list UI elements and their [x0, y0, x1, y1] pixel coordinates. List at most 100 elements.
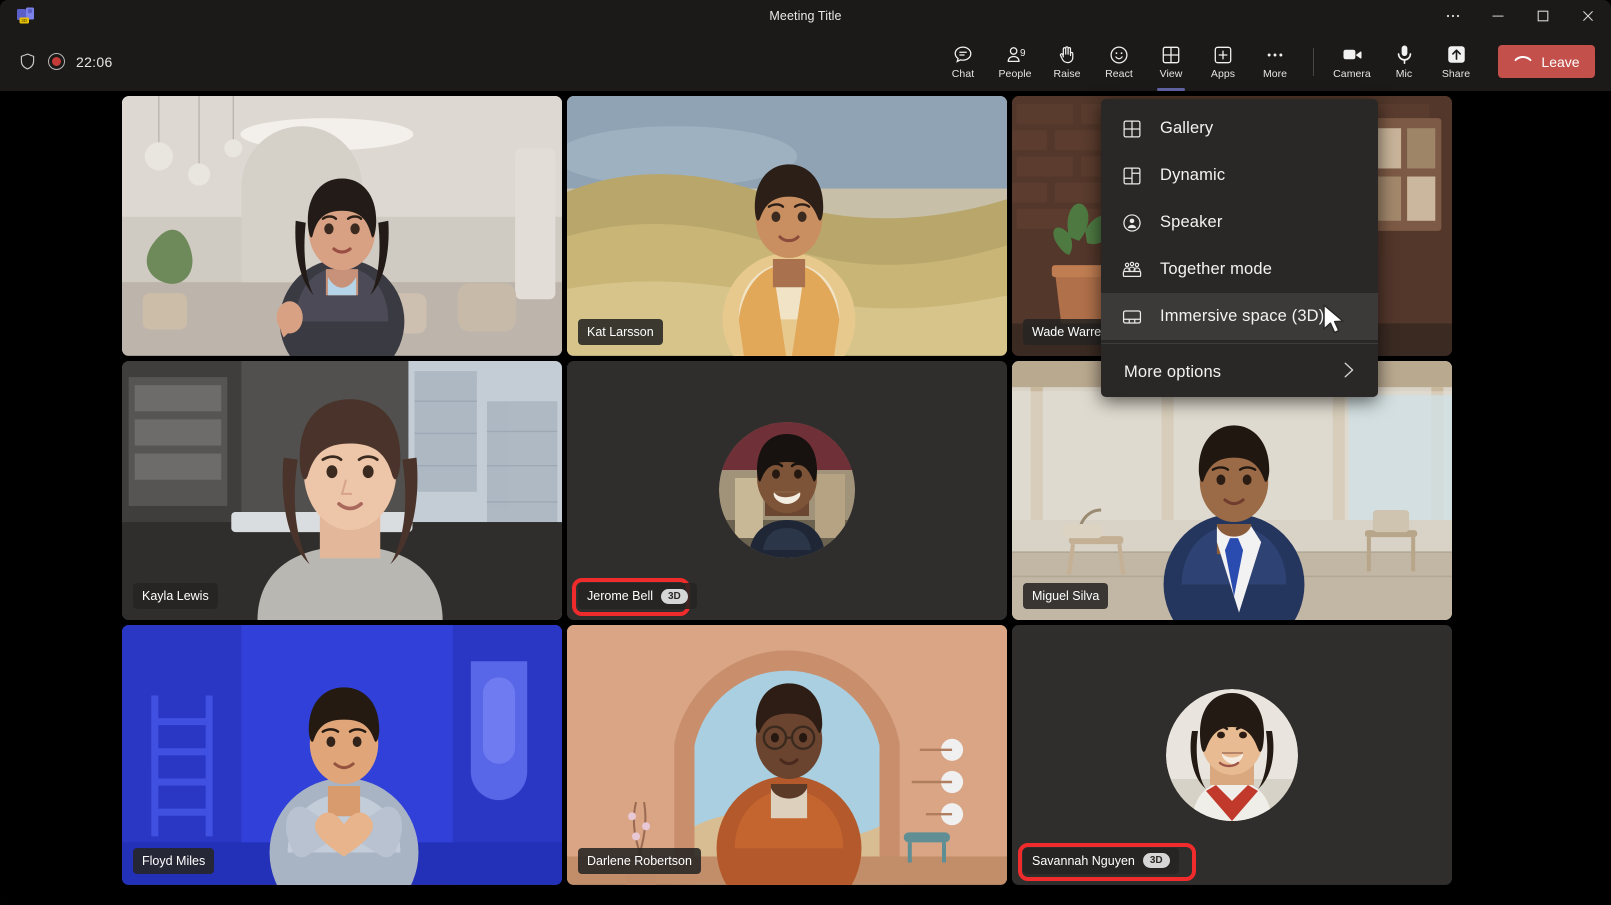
participant-name-label: Kayla Lewis: [133, 583, 218, 609]
participant-tile[interactable]: Savannah Nguyen 3D: [1012, 625, 1452, 885]
avatar-loft-scene: [1012, 361, 1452, 621]
toolbar-react-label: React: [1105, 68, 1133, 80]
meeting-toolbar: 22:06 Chat 9 People Raise: [0, 32, 1611, 91]
menu-item-label: Speaker: [1160, 213, 1223, 232]
menu-item-gallery[interactable]: Gallery: [1101, 105, 1378, 152]
menu-item-label: Immersive space (3D): [1160, 307, 1324, 326]
toolbar-view-button[interactable]: View: [1145, 36, 1197, 88]
toolbar-divider: [1313, 48, 1314, 76]
hang-up-icon: [1513, 49, 1533, 74]
participant-name: Jerome Bell: [587, 589, 653, 603]
leave-button[interactable]: Leave: [1498, 45, 1595, 78]
toolbar-chat-label: Chat: [952, 68, 974, 80]
window-controls: [1430, 0, 1611, 32]
menu-item-label: Together mode: [1160, 260, 1272, 279]
participant-name-label: Jerome Bell 3D: [578, 583, 697, 609]
toolbar-mic-button[interactable]: Mic: [1378, 36, 1430, 88]
toolbar-chat-button[interactable]: Chat: [937, 36, 989, 88]
participant-tile[interactable]: Miguel Silva: [1012, 361, 1452, 621]
participant-name: Savannah Nguyen: [1032, 854, 1135, 868]
participant-name-label: Miguel Silva: [1023, 583, 1108, 609]
avatar-room-lobby-scene: [122, 96, 562, 356]
toolbar-apps-label: Apps: [1211, 68, 1235, 80]
react-smiley-icon: [1108, 44, 1130, 66]
immersive-space-icon: [1121, 306, 1143, 328]
participant-name: Wade Warren: [1032, 325, 1108, 339]
dynamic-layout-icon: [1121, 165, 1143, 187]
toolbar-camera-label: Camera: [1333, 68, 1371, 80]
toolbar-share-label: Share: [1442, 68, 1470, 80]
participant-tile[interactable]: Darlene Robertson: [567, 625, 1007, 885]
camera-icon: [1341, 44, 1364, 66]
raise-hand-icon: [1056, 44, 1078, 66]
participant-name: Miguel Silva: [1032, 589, 1099, 603]
participant-name: Kayla Lewis: [142, 589, 209, 603]
toolbar-raise-button[interactable]: Raise: [1041, 36, 1093, 88]
microphone-icon: [1393, 44, 1416, 66]
toolbar-view-label: View: [1160, 68, 1183, 80]
menu-item-label: Dynamic: [1160, 166, 1225, 185]
more-ellipsis-icon: [1264, 44, 1286, 66]
toolbar-apps-button[interactable]: Apps: [1197, 36, 1249, 88]
menu-item-immersive-space[interactable]: Immersive space (3D): [1101, 293, 1378, 340]
maximize-icon[interactable]: [1520, 0, 1565, 32]
menu-item-label: More options: [1121, 363, 1221, 382]
participant-name: Floyd Miles: [142, 854, 205, 868]
avatar-desert-arch-scene: [567, 625, 1007, 885]
minimize-icon[interactable]: [1475, 0, 1520, 32]
toolbar-more-label: More: [1263, 68, 1287, 80]
toolbar-camera-button[interactable]: Camera: [1326, 36, 1378, 88]
participant-name-label: Floyd Miles: [133, 848, 214, 874]
toolbar-people-label: People: [999, 68, 1032, 80]
participant-name: Darlene Robertson: [587, 854, 692, 868]
participant-name-label: Savannah Nguyen 3D: [1023, 848, 1179, 874]
participant-name-label: Darlene Robertson: [578, 848, 701, 874]
window-more-icon[interactable]: [1430, 0, 1475, 32]
avatar-blue-room-scene: [122, 625, 562, 885]
participant-tile[interactable]: Jerome Bell 3D: [567, 361, 1007, 621]
teams-meeting-window: 3D Meeting Title 22:06: [0, 0, 1611, 905]
avatar-hills-scene: [567, 96, 1007, 356]
view-grid-icon: [1160, 44, 1182, 66]
badge-3d: 3D: [1143, 853, 1170, 868]
chat-icon: [952, 44, 974, 66]
leave-button-label: Leave: [1541, 54, 1579, 70]
video-office-scene: [122, 361, 562, 621]
badge-3d: 3D: [661, 589, 688, 604]
title-bar: 3D Meeting Title: [0, 0, 1611, 32]
participant-tile[interactable]: [122, 96, 562, 356]
toolbar-actions: Chat 9 People Raise React: [937, 32, 1611, 91]
speaker-person-icon: [1121, 212, 1143, 234]
shield-icon: [18, 52, 37, 71]
avatar: [1166, 689, 1298, 821]
people-count-badge: 9: [1020, 48, 1026, 59]
menu-item-speaker[interactable]: Speaker: [1101, 199, 1378, 246]
toolbar-share-button[interactable]: Share: [1430, 36, 1482, 88]
avatar: [719, 422, 855, 558]
share-arrow-icon: [1445, 44, 1468, 66]
menu-item-label: Gallery: [1160, 119, 1213, 138]
participant-tile[interactable]: Floyd Miles: [122, 625, 562, 885]
toolbar-people-button[interactable]: 9 People: [989, 36, 1041, 88]
toolbar-raise-label: Raise: [1053, 68, 1080, 80]
participant-name: Kat Larsson: [587, 325, 654, 339]
menu-item-dynamic[interactable]: Dynamic: [1101, 152, 1378, 199]
participant-tile[interactable]: Kat Larsson: [567, 96, 1007, 356]
elapsed-time: 22:06: [76, 54, 113, 70]
gallery-grid-icon: [1121, 118, 1143, 140]
together-mode-icon: [1121, 259, 1143, 281]
toolbar-react-button[interactable]: React: [1093, 36, 1145, 88]
window-title: Meeting Title: [0, 0, 1611, 32]
toolbar-more-button[interactable]: More: [1249, 36, 1301, 88]
meeting-status-group: 22:06: [18, 32, 113, 91]
participant-name-label: Kat Larsson: [578, 319, 663, 345]
menu-item-more-options[interactable]: More options: [1101, 347, 1378, 397]
view-dropdown-menu: Gallery Dynamic Speaker: [1101, 99, 1378, 397]
toolbar-mic-label: Mic: [1396, 68, 1412, 80]
participant-tile[interactable]: Kayla Lewis: [122, 361, 562, 621]
menu-item-together-mode[interactable]: Together mode: [1101, 246, 1378, 293]
close-icon[interactable]: [1565, 0, 1611, 32]
menu-divider: [1101, 343, 1378, 344]
apps-plus-icon: [1212, 44, 1234, 66]
recording-indicator-icon: [48, 53, 65, 70]
